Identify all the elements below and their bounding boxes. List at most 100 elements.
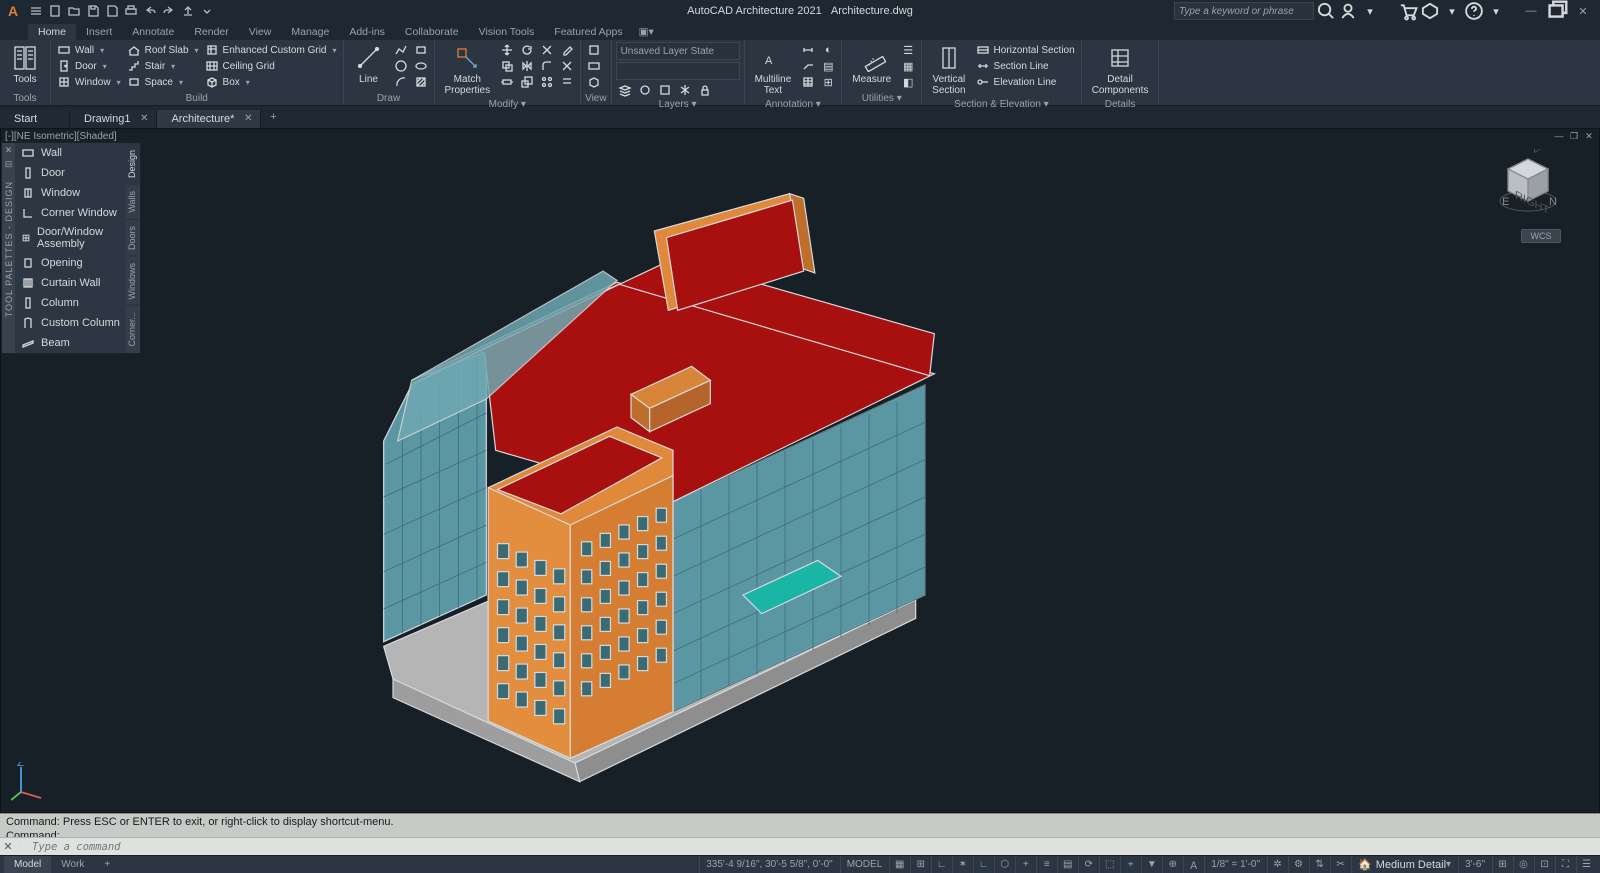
file-tab-start[interactable]: Start [0,110,70,128]
scale-readout[interactable]: 1/8" = 1'-0" [1204,856,1266,873]
minimize-button[interactable]: — [1518,1,1544,21]
sectionline-button[interactable]: Section Line [974,58,1077,74]
ptab-windows[interactable]: Windows [126,256,140,306]
tools-button[interactable]: Tools [4,42,46,87]
polar-toggle-icon[interactable]: ✶ [952,856,972,873]
tab-collaborate[interactable]: Collaborate [395,24,469,40]
dim2-button[interactable] [799,58,817,74]
iso-toggle-icon[interactable]: ⬡ [994,856,1014,873]
qat-dropdown-icon[interactable] [199,3,215,19]
line-button[interactable]: Line [348,42,390,87]
ann2-button[interactable]: ▤ [819,58,837,74]
filter-icon[interactable]: ▼ [1141,856,1161,873]
vsection-button[interactable]: Vertical Section [926,42,971,98]
menu-icon[interactable] [28,3,44,19]
wcs-badge[interactable]: WCS [1521,229,1561,243]
move-button[interactable] [498,42,516,58]
palette-item-column[interactable]: Column [15,293,126,313]
3dosnap-icon[interactable]: ⬚ [1099,856,1119,873]
tab-vision-tools[interactable]: Vision Tools [469,24,545,40]
arc-button[interactable] [392,74,410,90]
copy-button[interactable] [498,58,516,74]
dyn-toggle-icon[interactable]: + [1015,856,1035,873]
coords-readout[interactable]: 335'-4 9/16", 30'-5 5/8", 0'-0" [699,856,838,873]
hardware-accel-icon[interactable]: ⊡ [1534,856,1554,873]
elev-icon[interactable]: ⇅ [1309,856,1329,873]
app-logo-icon[interactable]: A [4,2,22,20]
search-icon[interactable] [1316,2,1336,20]
fillet-button[interactable] [538,58,556,74]
command-input[interactable] [30,840,1600,854]
vp-restore-icon[interactable]: ❐ [1568,131,1580,143]
tab-featured-apps[interactable]: Featured Apps [544,24,632,40]
view3-button[interactable] [585,74,603,90]
wall-button[interactable]: Wall▾ [55,42,123,58]
palette-item-cornerwindow[interactable]: Corner Window [15,203,126,223]
space-button[interactable]: Space▾ [125,74,201,90]
open-icon[interactable] [66,3,82,19]
share-icon[interactable] [180,3,196,19]
scale-button[interactable] [518,74,536,90]
annovisibility-icon[interactable]: ✲ [1267,856,1287,873]
close-icon[interactable]: ✕ [244,113,252,124]
matchprops-button[interactable]: Match Properties [439,42,497,98]
palette-item-curtainwall[interactable]: Curtain Wall [15,273,126,293]
undo-icon[interactable] [142,3,158,19]
util3-button[interactable]: ◧ [899,74,917,90]
restore-button[interactable] [1544,1,1570,21]
hsection-button[interactable]: Horizontal Section [974,42,1077,58]
dim3-button[interactable] [799,74,817,90]
explode-button[interactable] [558,58,576,74]
vp-close-icon[interactable]: ✕ [1583,131,1595,143]
ann3-button[interactable]: ⊞ [819,74,837,90]
palette-item-beam[interactable]: Beam [15,333,126,353]
view2-button[interactable] [585,58,603,74]
ptab-doors[interactable]: Doors [126,219,140,256]
transparency-icon[interactable]: ▤ [1057,856,1077,873]
viewport-label[interactable]: [-][NE Isometric][Shaded] [5,131,117,142]
gear-icon[interactable]: ⚙ [1288,856,1308,873]
isolate-icon[interactable]: ◎ [1513,856,1533,873]
roofslab-button[interactable]: Roof Slab▾ [125,42,201,58]
stretch-button[interactable] [498,74,516,90]
layout-tab-model[interactable]: Model [4,856,51,873]
ptab-corner[interactable]: Corner... [126,305,140,353]
polyline-button[interactable] [392,42,410,58]
mtext-button[interactable]: AMultiline Text [749,42,798,98]
tab-manage[interactable]: Manage [281,24,339,40]
ann1-button[interactable]: ◐ [819,42,837,58]
cutplane-icon[interactable]: ✂ [1330,856,1350,873]
close-button[interactable]: ✕ [1570,1,1596,21]
lineweight-icon[interactable]: ≡ [1036,856,1056,873]
palette-item-customcolumn[interactable]: Custom Column [15,313,126,333]
ceilinggrid-button[interactable]: Ceiling Grid [203,58,339,74]
box-button[interactable]: Box▾ [203,74,339,90]
ptab-design[interactable]: Design [126,143,140,184]
grid-toggle-icon[interactable]: ▦ [889,856,909,873]
annoscale-icon[interactable]: Ａ [1183,856,1203,873]
palette-item-door[interactable]: Door [15,163,126,183]
util2-button[interactable]: ▦ [899,58,917,74]
new-icon[interactable] [47,3,63,19]
tab-insert[interactable]: Insert [76,24,122,40]
dropdown-icon[interactable]: ▾ [1360,2,1380,20]
signin-icon[interactable] [1338,2,1358,20]
palette-item-opening[interactable]: Opening [15,253,126,273]
customize-icon[interactable]: ☰ [1576,856,1596,873]
palette-pin-icon[interactable]: ⊟ [5,159,13,170]
layermatch-button[interactable] [656,82,674,98]
search-input[interactable]: Type a keyword or phrase [1174,2,1314,20]
layout-add-button[interactable]: + [94,856,120,873]
cut-height[interactable]: 3'-6" [1458,856,1491,873]
window-button[interactable]: Window▾ [55,74,123,90]
customgrid-button[interactable]: Enhanced Custom Grid▾ [203,42,339,58]
command-close-icon[interactable]: ✕ [0,840,16,853]
door-button[interactable]: Door▾ [55,58,123,74]
layerprops-button[interactable] [616,82,634,98]
layeriso-button[interactable] [636,82,654,98]
dynamic-ucs-icon[interactable]: ⌖ [1120,856,1140,873]
redo-icon[interactable] [161,3,177,19]
palette-item-dwassembly[interactable]: Door/Window Assembly [15,223,126,253]
dim1-button[interactable] [799,42,817,58]
dropdown2-icon[interactable]: ▾ [1442,2,1462,20]
